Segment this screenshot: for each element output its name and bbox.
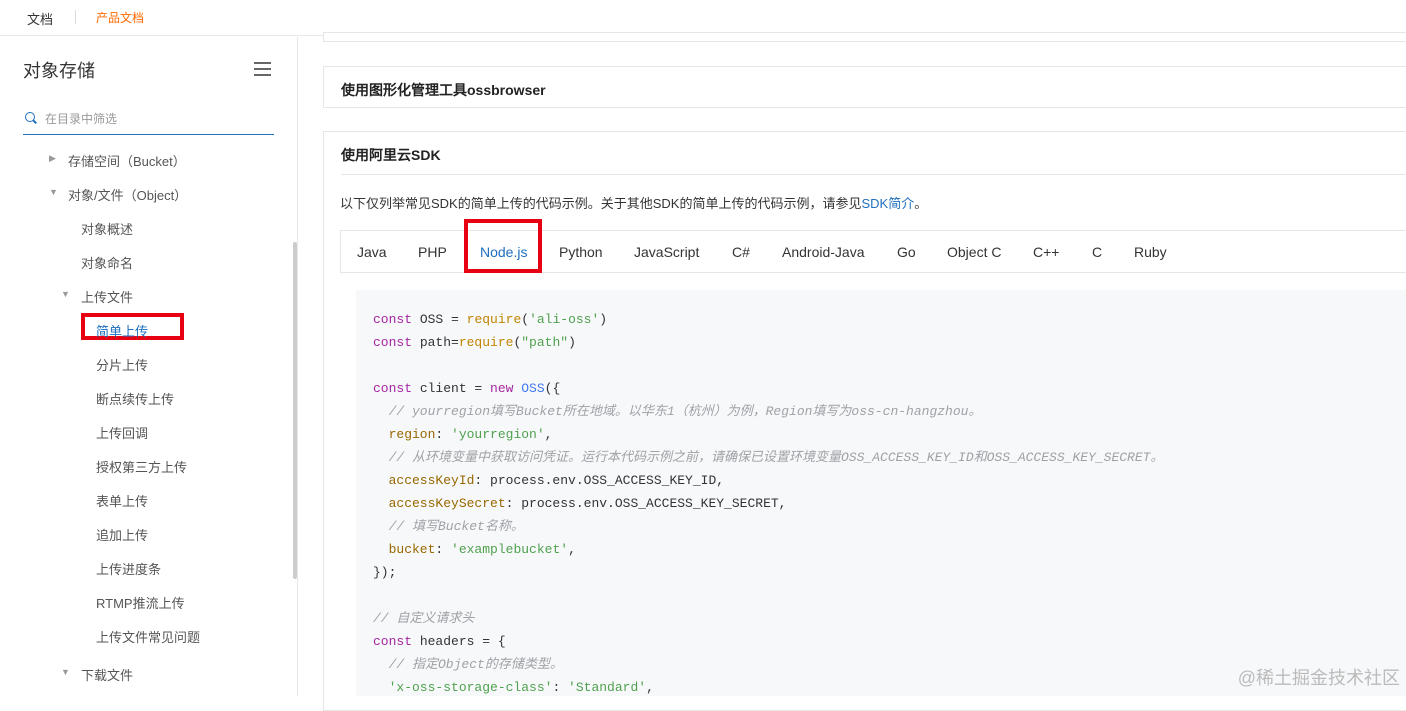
main-content: 使用图形化管理工具ossbrowser 使用阿里云SDK 以下仅列举常见SDK的… <box>323 32 1406 711</box>
sidebar-item-rtmp-upload[interactable]: RTMP推流上传 <box>96 593 185 612</box>
sdk-intro-link[interactable]: SDK简介 <box>861 196 914 211</box>
caret-down-icon[interactable]: ▼ <box>61 667 70 677</box>
sidebar-item-resumable-upload[interactable]: 断点续传上传 <box>96 389 174 408</box>
section-title-ossbrowser: 使用图形化管理工具ossbrowser <box>341 82 546 98</box>
sidebar-item-download[interactable]: 下载文件 <box>81 665 133 684</box>
tab-ruby[interactable]: Ruby <box>1134 244 1167 260</box>
sidebar-item-simple-upload[interactable]: 简单上传 <box>96 321 148 340</box>
sidebar-title: 对象存储 <box>23 61 95 81</box>
sidebar-item-object[interactable]: 对象/文件（Object） <box>68 185 187 204</box>
search-input[interactable] <box>43 108 267 130</box>
sidebar-item-upload[interactable]: 上传文件 <box>81 287 133 306</box>
tab-go[interactable]: Go <box>897 244 916 260</box>
sidebar: 对象存储 ▶ 存储空间（Bucket） ▼ 对象/文件（Object） 对象概述… <box>0 37 298 696</box>
sidebar-item-multipart-upload[interactable]: 分片上传 <box>96 355 148 374</box>
tab-csharp[interactable]: C# <box>732 244 750 260</box>
sidebar-item-append-upload[interactable]: 追加上传 <box>96 525 148 544</box>
sidebar-item-bucket[interactable]: 存储空间（Bucket） <box>68 151 186 170</box>
sidebar-scrollbar[interactable] <box>293 242 297 579</box>
sidebar-search <box>23 104 274 135</box>
divider <box>75 10 76 24</box>
code-block[interactable]: const OSS = require('ali-oss') const pat… <box>356 290 1406 696</box>
tab-python[interactable]: Python <box>559 244 603 260</box>
sidebar-item-object-overview[interactable]: 对象概述 <box>81 219 133 238</box>
tab-javascript[interactable]: JavaScript <box>634 244 699 260</box>
top-bar: 文档 产品文档 <box>0 0 1406 36</box>
doc-link[interactable]: 文档 <box>27 9 53 28</box>
tab-java[interactable]: Java <box>357 244 387 260</box>
sidebar-item-progress-bar[interactable]: 上传进度条 <box>96 559 161 578</box>
tab-android-java[interactable]: Android-Java <box>782 244 865 260</box>
card-previous <box>323 32 1406 42</box>
caret-right-icon[interactable]: ▶ <box>49 153 56 164</box>
sidebar-item-object-naming[interactable]: 对象命名 <box>81 253 133 272</box>
product-doc-link[interactable]: 产品文档 <box>96 9 144 26</box>
divider <box>341 174 1406 175</box>
sidebar-item-form-upload[interactable]: 表单上传 <box>96 491 148 510</box>
code-text: const OSS = require('ali-oss') const pat… <box>373 312 1164 695</box>
caret-down-icon[interactable]: ▼ <box>61 289 70 299</box>
card-ossbrowser: 使用图形化管理工具ossbrowser <box>323 66 1406 108</box>
intro-end: 。 <box>914 196 928 211</box>
section-title-sdk: 使用阿里云SDK <box>341 147 441 163</box>
caret-down-icon[interactable]: ▼ <box>49 187 58 197</box>
watermark: @稀土掘金技术社区 <box>1237 668 1400 688</box>
intro-paragraph: 以下仅列举常见SDK的简单上传的代码示例。关于其他SDK的简单上传的代码示例，请… <box>340 193 927 212</box>
menu-icon[interactable] <box>254 62 271 76</box>
highlight-box <box>464 219 542 273</box>
intro-text: 以下仅列举常见SDK的简单上传的代码示例。关于其他SDK的简单上传的代码示例，请… <box>340 196 862 211</box>
tab-cpp[interactable]: C++ <box>1033 244 1059 260</box>
tab-php[interactable]: PHP <box>418 244 447 260</box>
sidebar-item-upload-faq[interactable]: 上传文件常见问题 <box>96 627 200 646</box>
sidebar-item-third-party-upload[interactable]: 授权第三方上传 <box>96 457 187 476</box>
tab-c[interactable]: C <box>1092 244 1102 260</box>
search-icon <box>25 112 35 122</box>
sidebar-item-upload-callback[interactable]: 上传回调 <box>96 423 148 442</box>
tab-object-c[interactable]: Object C <box>947 244 1001 260</box>
